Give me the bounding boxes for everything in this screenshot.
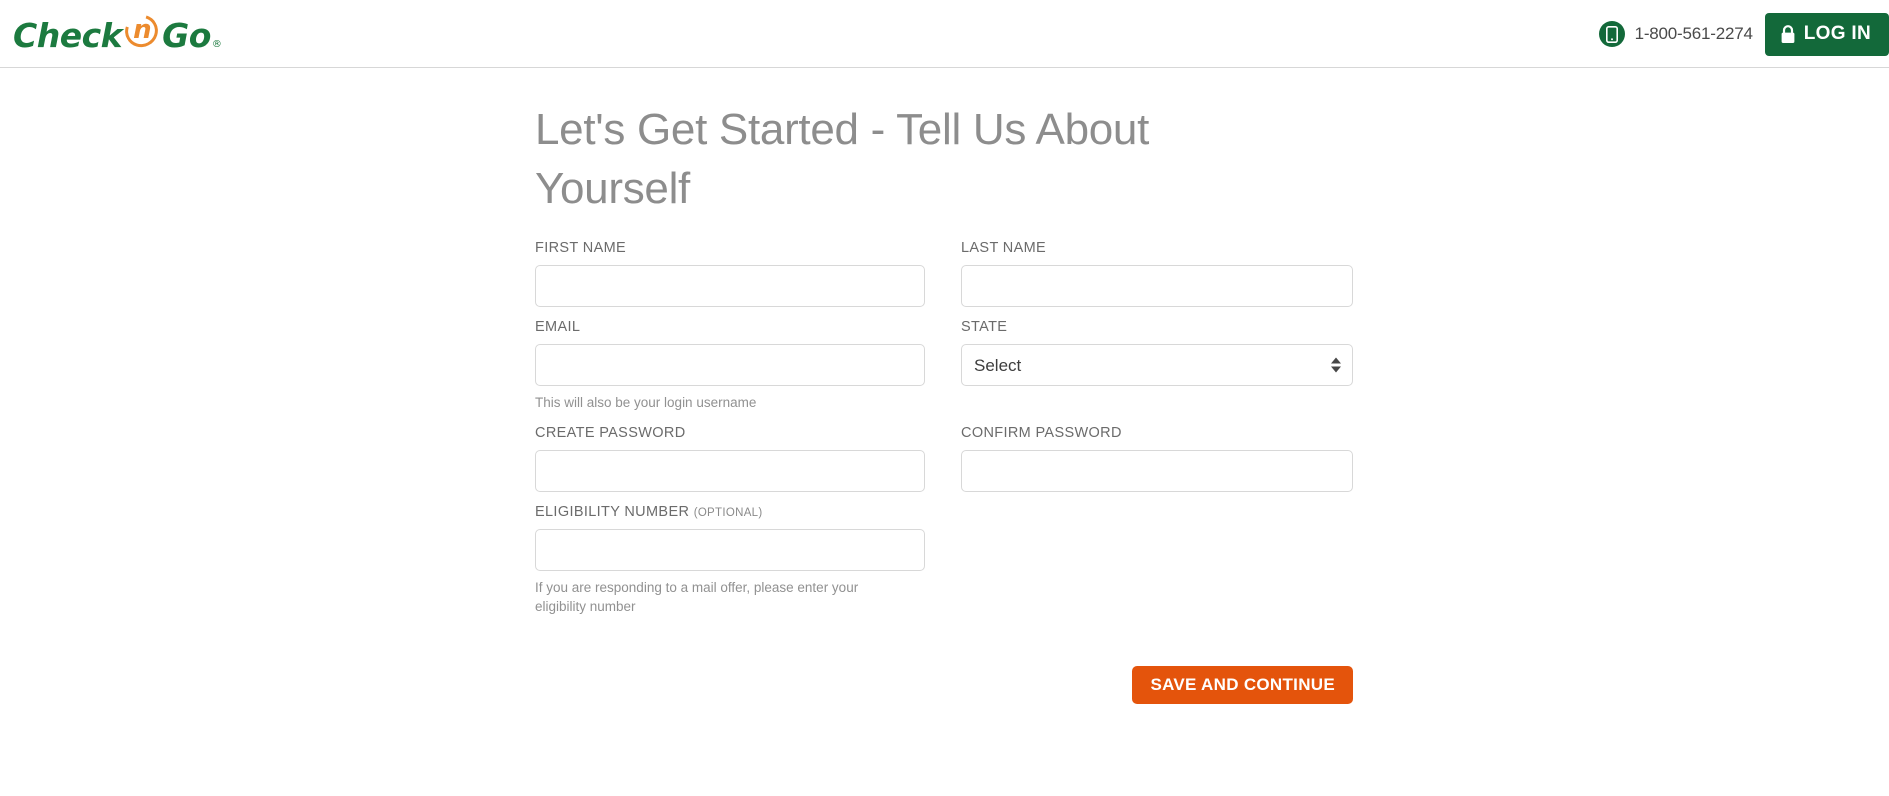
eligibility-number-label: ELIGIBILITY NUMBER (OPTIONAL) [535,504,925,520]
email-help-text: This will also be your login username [535,395,757,411]
field-email: EMAIL This will also be your login usern… [535,319,925,413]
field-eligibility-number: ELIGIBILITY NUMBER (OPTIONAL) If you are… [535,504,925,617]
state-select[interactable]: Select [961,344,1353,387]
header-actions: 1-800-561-2274 LOG IN [1598,0,1889,68]
state-select-wrapper: Select [961,344,1353,387]
create-password-input[interactable] [535,449,925,492]
grid-gap [925,319,961,425]
logo-letter-n: n [133,14,152,45]
phone-number-text: 1-800-561-2274 [1634,24,1753,43]
signup-form: FIRST NAME LAST NAME EMAIL This will als… [535,240,1353,629]
first-name-label: FIRST NAME [535,240,627,257]
field-last-name: LAST NAME [961,240,1353,308]
email-label: EMAIL [535,319,581,336]
main-content: Let's Get Started - Tell Us About Yourse… [0,68,1889,796]
page-title: Let's Get Started - Tell Us About Yourse… [535,105,1150,213]
grid-gap [925,504,961,629]
eligibility-number-help-text: If you are responding to a mail offer, p… [535,579,859,615]
field-first-name: FIRST NAME [535,240,925,308]
logo-text-go: Go [162,15,211,55]
confirm-password-label: CONFIRM PASSWORD [961,424,1122,441]
registered-trademark-icon: ® [211,38,222,50]
logo-text-check: Check [13,15,123,55]
state-label: STATE [961,319,1008,336]
mobile-phone-icon [1598,21,1625,47]
lock-icon [1780,24,1796,44]
grid-gap [925,425,961,504]
phone-contact[interactable]: 1-800-561-2274 [1598,21,1753,47]
field-confirm-password: CONFIRM PASSWORD [961,425,1353,492]
eligibility-number-input[interactable] [535,528,925,571]
login-button[interactable]: LOG IN [1764,12,1889,56]
site-header: Check n Go ® 1-800-561-2274 LOG IN [0,0,1889,68]
optional-tag: (OPTIONAL) [693,506,763,519]
form-actions: SAVE AND CONTINUE [535,665,1353,704]
field-create-password: CREATE PASSWORD [535,425,925,492]
email-input[interactable] [535,344,925,387]
brand-logo[interactable]: Check n Go ® [13,8,222,55]
logo-circled-n-icon: n [119,8,164,53]
last-name-label: LAST NAME [961,240,1047,257]
signup-form-container: Let's Get Started - Tell Us About Yourse… [535,101,1353,704]
login-button-label: LOG IN [1803,23,1871,44]
eligibility-number-label-text: ELIGIBILITY NUMBER [535,503,690,520]
create-password-label: CREATE PASSWORD [535,424,686,441]
first-name-input[interactable] [535,265,925,308]
grid-gap [925,240,961,319]
logo-wordmark: Check n Go ® [13,8,222,55]
save-and-continue-button[interactable]: SAVE AND CONTINUE [1132,665,1353,704]
field-state: STATE Select [961,319,1353,413]
confirm-password-input[interactable] [961,449,1353,492]
last-name-input[interactable] [961,265,1353,308]
grid-empty-cell [961,504,1353,629]
